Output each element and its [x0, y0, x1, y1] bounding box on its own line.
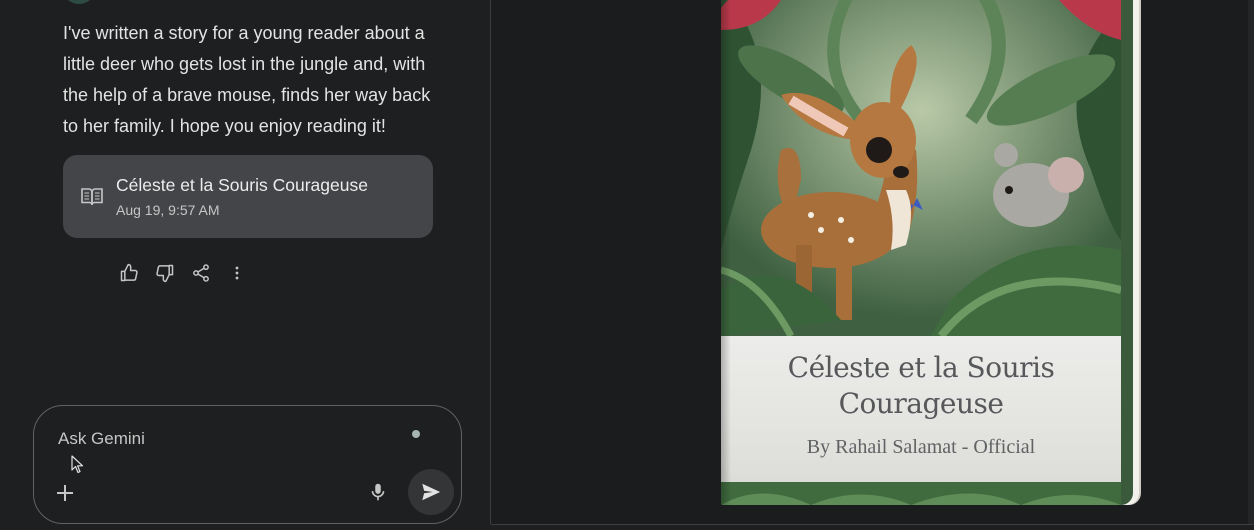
- prompt-input-box: [33, 405, 462, 524]
- more-options-button[interactable]: [226, 262, 248, 284]
- cover-title: Céleste et la Souris Courageuse: [721, 350, 1121, 422]
- thumbs-up-button[interactable]: [118, 262, 140, 284]
- book-spine-shadow: [721, 0, 731, 505]
- mouse-cursor-icon: [71, 455, 84, 474]
- cover-author: By Rahail Salamat - Official: [806, 436, 1036, 458]
- thumbs-down-icon: [156, 264, 174, 283]
- thumbs-down-button[interactable]: [154, 262, 176, 284]
- document-card[interactable]: Céleste et la Souris Courageuse Aug 19, …: [63, 155, 433, 238]
- response-message: I've written a story for a young reader …: [63, 23, 431, 136]
- response-actions: [118, 262, 248, 284]
- status-dot: [412, 430, 420, 438]
- microphone-icon[interactable]: [367, 481, 389, 503]
- prompt-input[interactable]: [56, 426, 390, 452]
- chat-pane: I've written a story for a young reader …: [0, 0, 490, 530]
- share-button[interactable]: [190, 262, 212, 284]
- cover-title-line2: Courageuse: [838, 387, 1004, 420]
- document-preview-pane: Céleste et la Souris Courageuse By Rahai…: [491, 0, 1254, 525]
- share-icon: [193, 264, 209, 282]
- cover-title-line1: Céleste et la Souris: [787, 351, 1055, 384]
- gemini-avatar: [62, 0, 96, 4]
- thumbs-up-icon: [120, 263, 138, 282]
- book-icon: [81, 188, 103, 206]
- more-vert-icon: [235, 266, 239, 280]
- add-attachment-icon[interactable]: [54, 482, 76, 504]
- cover-bottom-foliage: [721, 482, 1121, 505]
- document-date: Aug 19, 9:57 AM: [116, 202, 220, 218]
- book-cover[interactable]: Céleste et la Souris Courageuse By Rahai…: [721, 0, 1133, 505]
- send-icon: [422, 483, 441, 501]
- document-title: Céleste et la Souris Courageuse: [116, 175, 368, 195]
- cover-illustration: [721, 0, 1121, 336]
- send-button[interactable]: [408, 469, 454, 515]
